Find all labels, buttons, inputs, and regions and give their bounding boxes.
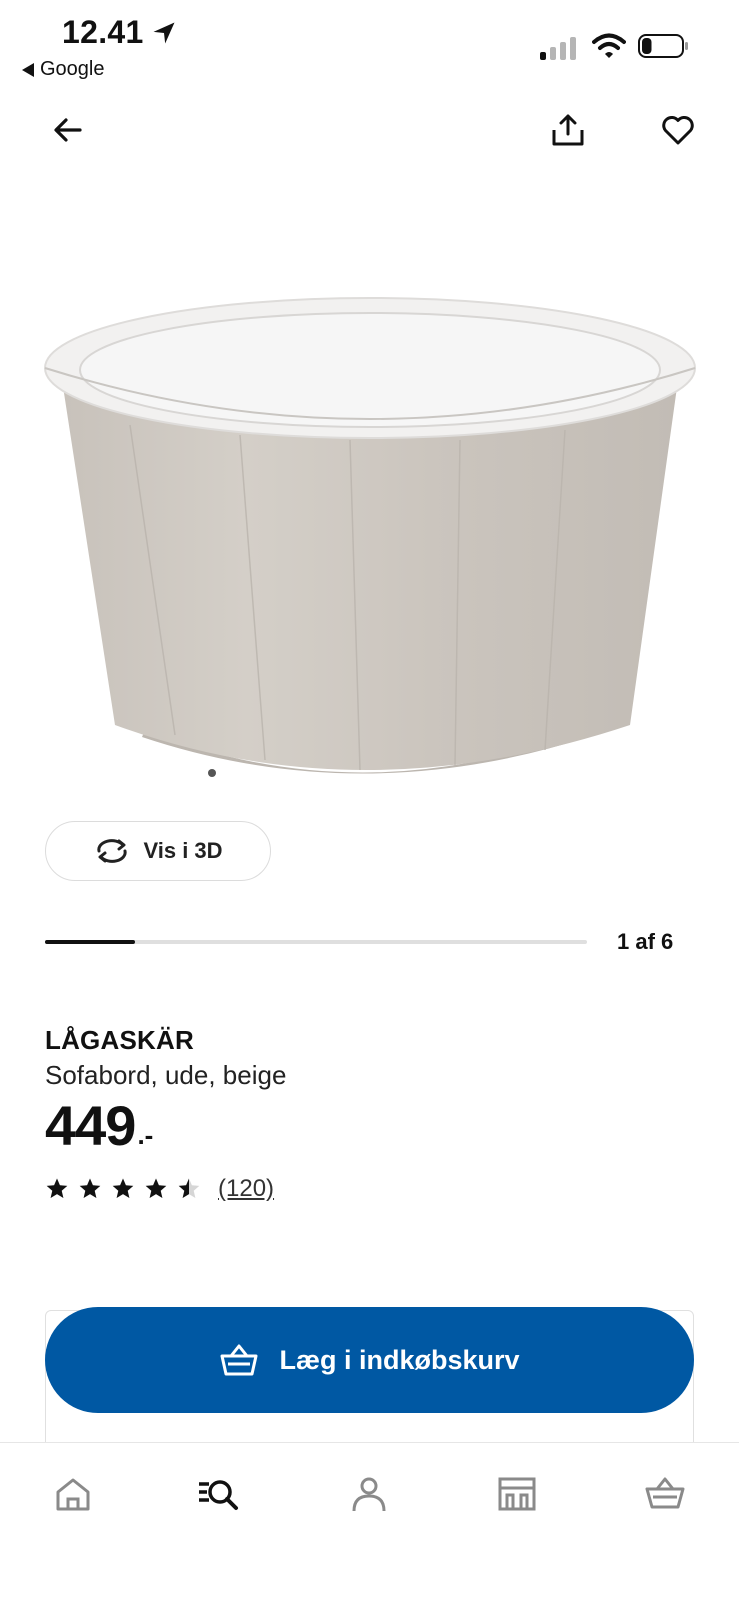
tab-search[interactable]	[188, 1469, 248, 1519]
add-to-cart-button[interactable]: Læg i indkøbskurv	[45, 1307, 694, 1413]
share-icon	[552, 114, 584, 146]
gallery-progress-bar	[45, 940, 587, 944]
price-suffix: .-	[137, 1120, 154, 1150]
price-amount: 449	[45, 1094, 136, 1157]
rating-stars	[45, 1177, 201, 1201]
home-icon	[56, 1478, 90, 1511]
product-description: Sofabord, ude, beige	[45, 1060, 287, 1090]
store-icon	[498, 1477, 536, 1511]
add-to-cart-label: Læg i indkøbskurv	[279, 1344, 520, 1375]
location-arrow-icon	[153, 22, 175, 43]
share-button[interactable]	[546, 108, 590, 152]
basket-icon	[645, 1477, 685, 1509]
star-icon	[178, 1178, 200, 1198]
back-button[interactable]	[46, 108, 90, 152]
product-rating[interactable]: (120)	[45, 1175, 274, 1203]
tab-store[interactable]	[487, 1469, 547, 1519]
tab-profile[interactable]	[339, 1469, 399, 1519]
tab-home[interactable]	[43, 1469, 103, 1519]
gallery-position-label: 1 af 6	[617, 929, 674, 954]
status-time-text: 12.41	[62, 14, 144, 50]
heart-icon	[662, 116, 694, 145]
star-icon	[145, 1178, 167, 1198]
profile-icon	[352, 1477, 386, 1512]
view-3d-label: Vis i 3D	[143, 838, 223, 863]
favorite-button[interactable]	[656, 108, 700, 152]
view-3d-button[interactable]: Vis i 3D	[45, 821, 271, 881]
product-name: LÅGASKÄR	[45, 1025, 194, 1055]
rating-count-link[interactable]: (120)	[218, 1175, 274, 1203]
cellular-signal-icon	[540, 36, 576, 60]
basket-icon	[220, 1344, 258, 1376]
tab-cart[interactable]	[635, 1469, 695, 1519]
product-price: 449 .-	[45, 1098, 153, 1154]
wifi-icon	[592, 33, 626, 58]
search-list-icon	[199, 1480, 238, 1510]
battery-icon	[638, 34, 688, 58]
back-to-app-link[interactable]: Google	[22, 58, 105, 81]
star-icon	[46, 1178, 68, 1198]
product-image[interactable]	[40, 295, 700, 815]
bottom-tab-bar	[0, 1442, 739, 1601]
rotate-3d-icon	[97, 839, 128, 863]
star-icon	[112, 1178, 134, 1198]
star-icon	[79, 1178, 101, 1198]
back-app-label: Google	[40, 58, 105, 80]
arrow-left-icon	[54, 118, 82, 142]
back-triangle-icon	[22, 62, 34, 77]
status-time: 12.41	[62, 14, 178, 51]
gallery-progress-fill	[45, 940, 136, 944]
